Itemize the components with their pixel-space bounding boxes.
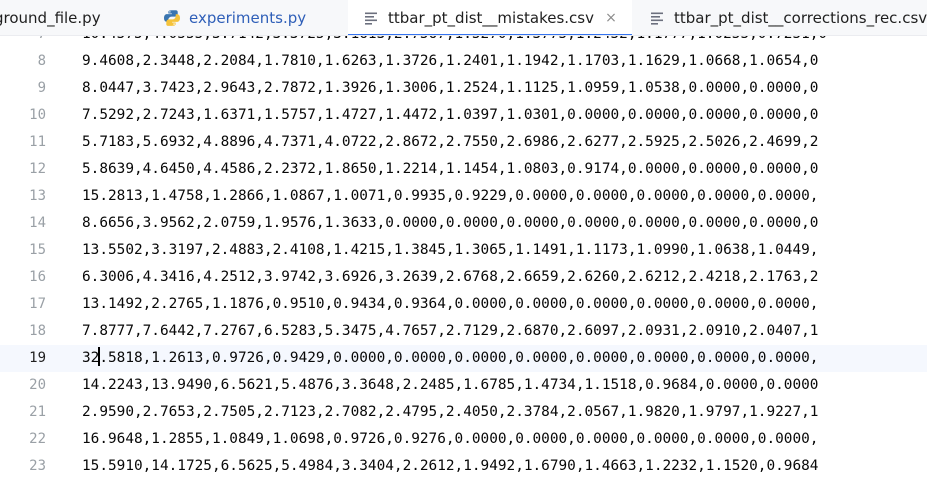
line-text: 15.2813,1.4758,1.2866,1.0867,1.0071,0.99… — [82, 188, 819, 204]
line-text: 10.4575,4.0555,3.7142,3.3725,3.1613,2.75… — [82, 36, 827, 48]
line-number: 13 — [29, 188, 46, 204]
tab-ttbar-mistakes[interactable]: ttbar_pt_dist__mistakes.csv × — [348, 0, 633, 35]
python-icon — [163, 9, 181, 27]
line-text: 7.5292,2.7243,1.6371,1.5757,1.4727,1.447… — [82, 107, 819, 123]
line-text: 6.3006,4.3416,4.2512,3.9742,3.6926,3.263… — [82, 269, 819, 285]
code-line[interactable]: 14 8.6656,3.9562,2.0759,1.9576,1.3633,0.0… — [0, 210, 927, 237]
line-text: 13.5502,3.3197,2.4883,2.4108,1.4215,1.38… — [82, 242, 819, 258]
code-editor[interactable]: 7 10.4575,4.0555,3.7142,3.3725,3.1613,2.7… — [0, 36, 927, 497]
code-line[interactable]: 8 9.4608,2.3448,2.2084,1.7810,1.6263,1.37… — [0, 48, 927, 75]
line-number: 17 — [29, 296, 46, 312]
code-line[interactable]: 23 15.5910,14.1725,6.5625,5.4984,3.3404,2… — [0, 453, 927, 480]
line-number: 15 — [29, 242, 46, 258]
line-number: 23 — [29, 458, 46, 474]
tab-ground-file[interactable]: ground_file.py — [0, 0, 101, 35]
line-number: 16 — [29, 269, 46, 285]
editor-tab-bar: ground_file.py experiments.py ttbar_pt_d… — [0, 0, 927, 36]
editor-lines: 7 10.4575,4.0555,3.7142,3.3725,3.1613,2.7… — [0, 36, 927, 480]
line-number: 9 — [37, 80, 46, 96]
line-number: 14 — [29, 215, 46, 231]
line-text: 9.4608,2.3448,2.2084,1.7810,1.6263,1.372… — [82, 53, 819, 69]
tab-label: ground_file.py — [0, 9, 101, 27]
line-text: 8.0447,3.7423,2.9643,2.7872,1.3926,1.300… — [82, 80, 819, 96]
code-line[interactable]: 12 5.8639,4.6450,4.4586,2.2372,1.8650,1.2… — [0, 156, 927, 183]
line-number: 8 — [37, 53, 46, 69]
line-text: 2.9590,2.7653,2.7505,2.7123,2.7082,2.479… — [82, 404, 819, 420]
tab-label: experiments.py — [189, 9, 307, 27]
line-number: 21 — [29, 404, 46, 420]
code-line[interactable]: 18 7.8777,7.6442,7.2767,6.5283,5.3475,4.7… — [0, 318, 927, 345]
line-number: 22 — [29, 431, 46, 447]
line-text: 15.5910,14.1725,6.5625,5.4984,3.3404,2.2… — [82, 458, 819, 474]
line-text: 13.1492,2.2765,1.1876,0.9510,0.9434,0.93… — [82, 296, 819, 312]
line-text: 7.8777,7.6442,7.2767,6.5283,5.3475,4.765… — [82, 323, 819, 339]
line-number: 19 — [29, 350, 46, 366]
line-number: 18 — [29, 323, 46, 339]
code-line[interactable]: 13 15.2813,1.4758,1.2866,1.0867,1.0071,0.… — [0, 183, 927, 210]
line-text: 8.6656,3.9562,2.0759,1.9576,1.3633,0.000… — [82, 215, 819, 231]
code-line[interactable]: 9 8.0447,3.7423,2.9643,2.7872,1.3926,1.30… — [0, 75, 927, 102]
tab-label: ttbar_pt_dist__corrections_rec.csv — [674, 9, 927, 27]
tab-experiments[interactable]: experiments.py — [163, 0, 307, 35]
tab-ttbar-corrections-rec[interactable]: ttbar_pt_dist__corrections_rec.csv — [648, 0, 927, 35]
code-line[interactable]: 7 10.4575,4.0555,3.7142,3.3725,3.1613,2.7… — [0, 36, 927, 48]
line-number: 12 — [29, 161, 46, 177]
tab-label: ttbar_pt_dist__mistakes.csv — [388, 9, 595, 27]
code-line[interactable]: 20 14.2243,13.9490,6.5621,5.4876,3.3648,2… — [0, 372, 927, 399]
line-number: 10 — [29, 107, 46, 123]
line-text: 32.5818,1.2613,0.9726,0.9429,0.0000,0.00… — [82, 345, 818, 372]
code-line[interactable]: 21 2.9590,2.7653,2.7505,2.7123,2.7082,2.4… — [0, 399, 927, 426]
code-line[interactable]: 22 16.9648,1.2855,1.0849,1.0698,0.9726,0.… — [0, 426, 927, 453]
code-line[interactable]: 16 6.3006,4.3416,4.2512,3.9742,3.6926,3.2… — [0, 264, 927, 291]
code-line[interactable]: 19 32.5818,1.2613,0.9726,0.9429,0.0000,0.… — [0, 345, 927, 372]
close-icon[interactable]: × — [604, 11, 618, 25]
code-line[interactable]: 10 7.5292,2.7243,1.6371,1.5757,1.4727,1.4… — [0, 102, 927, 129]
text-file-icon — [648, 9, 666, 27]
line-text: 5.8639,4.6450,4.4586,2.2372,1.8650,1.221… — [82, 161, 819, 177]
code-line[interactable]: 15 13.5502,3.3197,2.4883,2.4108,1.4215,1.… — [0, 237, 927, 264]
code-line[interactable]: 17 13.1492,2.2765,1.1876,0.9510,0.9434,0.… — [0, 291, 927, 318]
line-number: 20 — [29, 377, 46, 393]
code-line[interactable]: 11 5.7183,5.6932,4.8896,4.7371,4.0722,2.8… — [0, 129, 927, 156]
text-file-icon — [362, 9, 380, 27]
line-number: 11 — [29, 134, 46, 150]
line-text: 14.2243,13.9490,6.5621,5.4876,3.3648,2.2… — [82, 377, 819, 393]
line-text: 5.7183,5.6932,4.8896,4.7371,4.0722,2.867… — [82, 134, 819, 150]
line-number: 7 — [0, 36, 46, 48]
line-text: 16.9648,1.2855,1.0849,1.0698,0.9726,0.92… — [82, 431, 819, 447]
